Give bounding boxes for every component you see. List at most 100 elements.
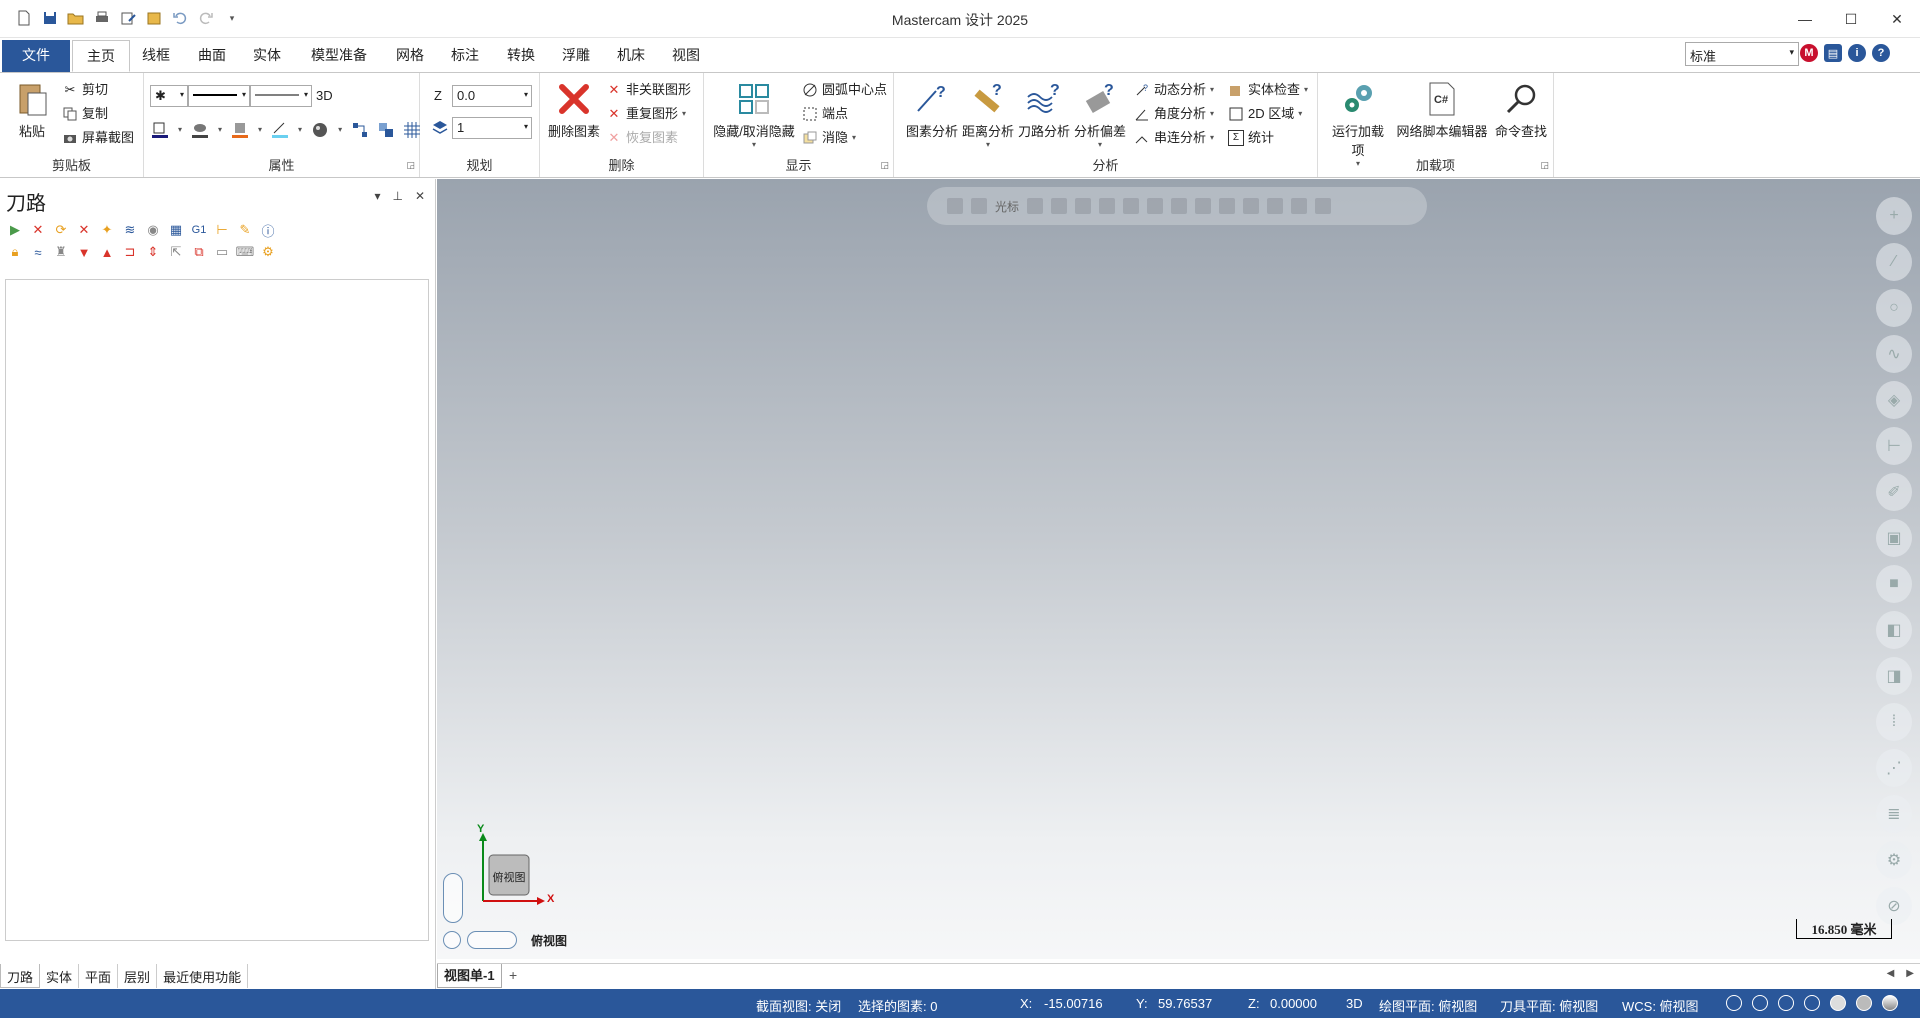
hidden-line-icon[interactable] (1778, 995, 1794, 1011)
globe-icon[interactable] (1726, 995, 1742, 1011)
restore-button[interactable]: ✕ 恢复图素 (606, 127, 678, 149)
tab-solids[interactable]: 实体 (239, 40, 295, 72)
z-coord-value[interactable]: 0.00000 (1270, 996, 1317, 1011)
move-up-icon[interactable]: ▲ (98, 243, 116, 261)
section-view-status[interactable]: 截面视图: 关闭 (756, 996, 841, 1015)
cut-button[interactable]: ✂ 剪切 (62, 79, 108, 101)
group-mask-icon[interactable]: ◧ (1876, 611, 1912, 649)
mastercam-logo-icon[interactable]: M (1800, 44, 1818, 62)
regenerate-icon[interactable]: ⟳ (52, 221, 70, 239)
chain-analysis-button[interactable]: 串连分析 ▾ (1134, 127, 1214, 149)
toolpath-tree[interactable] (5, 279, 429, 941)
dialog-launcher-icon[interactable]: ◲ (406, 160, 415, 171)
paste-button[interactable]: 粘贴 (10, 79, 54, 140)
tool-manager-icon[interactable]: ✎ (236, 221, 254, 239)
entity-color-icon[interactable] (272, 122, 289, 138)
new-file-icon[interactable] (14, 8, 34, 28)
body-select-icon[interactable] (1171, 198, 1188, 214)
save-icon[interactable] (40, 8, 60, 28)
tab-home[interactable]: 主页 (72, 40, 130, 72)
line-width-select[interactable]: ▾ (250, 85, 312, 107)
copy-button[interactable]: 复制 (62, 103, 108, 125)
result-mask-icon[interactable]: ◨ (1876, 657, 1912, 695)
screenshot-button[interactable]: 屏幕截图 (62, 127, 134, 149)
feedback-icon[interactable]: ▤ (1824, 44, 1842, 62)
chevron-right-icon[interactable]: ▶ (1906, 968, 1914, 979)
tab-wireframe[interactable]: 线框 (128, 40, 184, 72)
distance-analysis-button[interactable]: ? 距离分析 ▾ (960, 79, 1016, 149)
solid-check-button[interactable]: 实体检查 ▾ (1228, 79, 1308, 101)
panel-close-icon[interactable]: ✕ (415, 189, 425, 203)
delete-entities-button[interactable]: 删除图素 (546, 79, 602, 140)
tplane-status[interactable]: 刀具平面: 俯视图 (1500, 996, 1598, 1015)
spline-mask-icon[interactable]: ∿ (1876, 335, 1912, 373)
simulate-icon[interactable]: ◉ (144, 221, 162, 239)
set-all-icon[interactable] (352, 122, 368, 138)
help-icon[interactable]: ⓘ (259, 221, 277, 239)
hide-unhide-button[interactable]: 隐藏/取消隐藏 ▾ (710, 79, 798, 149)
area-2d-button[interactable]: 2D 区域 ▾ (1228, 103, 1302, 125)
translucency-icon[interactable] (1856, 995, 1872, 1011)
folder-icon[interactable] (144, 8, 164, 28)
select-all-ops-icon[interactable]: ▶ (6, 221, 24, 239)
backplot-icon[interactable]: ≋ (121, 221, 139, 239)
cplane-status[interactable]: 绘图平面: 俯视图 (1379, 996, 1477, 1015)
tab-levels[interactable]: 层别 (118, 964, 158, 988)
post-g1-icon[interactable]: G1 (190, 221, 208, 239)
selection-mode-label[interactable]: 光标 (995, 198, 1019, 215)
cursor-icon[interactable] (971, 198, 987, 214)
z-depth-input[interactable]: 0.0 ▾ (452, 85, 532, 107)
shaded-icon[interactable] (1804, 995, 1820, 1011)
window-select-icon[interactable] (1195, 198, 1212, 214)
duplicate-button[interactable]: ✕ 重复图形 ▾ (606, 103, 686, 125)
settings-icon[interactable]: ⚙ (259, 243, 277, 261)
point-mask-icon[interactable]: ⁞ (1876, 703, 1912, 741)
tab-model-prep[interactable]: 模型准备 (297, 40, 381, 72)
wireframe-mask-icon[interactable]: ⋰ (1876, 749, 1912, 787)
graphics-viewport[interactable]: 光标 + ⁄ ○ ∿ ◈ ⊢ ✐ ▣ ■ ◧ ◨ ⁞ ⋰ ≣ ⚙ ⊘ Y X 俯… (437, 179, 1920, 959)
lock-icon[interactable]: 🔒︎ (6, 243, 24, 261)
lock-icon[interactable] (947, 198, 963, 214)
box-select-icon[interactable] (1243, 198, 1260, 214)
scroll-icon[interactable]: ⇕ (144, 243, 162, 261)
dialog-launcher-icon[interactable]: ◲ (1540, 160, 1549, 171)
tree-options-icon[interactable]: ▭ (213, 243, 231, 261)
minimize-icon[interactable]: — (1782, 0, 1828, 38)
end-select-icon[interactable] (1315, 198, 1332, 214)
panel-menu-icon[interactable]: ▾ (374, 189, 380, 203)
add-icon[interactable]: + (1876, 197, 1912, 235)
pan-horizontal-control[interactable] (467, 931, 517, 949)
line-style-select[interactable]: ▾ (188, 85, 250, 107)
grid-icon[interactable] (404, 122, 421, 138)
toggle-display-icon[interactable]: ▦ (167, 221, 185, 239)
endpoints-button[interactable]: 端点 (802, 103, 848, 125)
viewsheet-tab[interactable]: 视图单-1 (437, 964, 502, 988)
wireframe-color-icon[interactable] (152, 122, 168, 138)
customize-icon[interactable]: ▾ (222, 8, 242, 28)
tab-machine[interactable]: 机床 (603, 40, 659, 72)
select-icon[interactable]: ⇱ (167, 243, 185, 261)
insert-arrow-icon[interactable]: ⊐ (121, 243, 139, 261)
autocursor-icon[interactable] (1027, 198, 1044, 214)
surface-mask-icon[interactable]: ◈ (1876, 381, 1912, 419)
tab-toolpaths[interactable]: 刀路 (0, 964, 41, 988)
drafting-mask-icon[interactable]: ✐ (1876, 473, 1912, 511)
high-speed-icon[interactable]: ⊢ (213, 221, 231, 239)
surface-color-icon[interactable] (192, 122, 209, 138)
mode-3d-toggle[interactable]: 3D (316, 85, 333, 107)
tab-file[interactable]: 文件 (2, 40, 70, 72)
face-select-icon[interactable] (1123, 198, 1140, 214)
tab-view[interactable]: 视图 (658, 40, 714, 72)
chain-select-icon[interactable] (1291, 198, 1308, 214)
point-style-select[interactable]: ✱ ▾ (150, 85, 188, 107)
select-arrow-icon[interactable] (1075, 198, 1092, 214)
move-down-icon[interactable]: ▼ (75, 243, 93, 261)
tab-planes[interactable]: 平面 (79, 964, 119, 988)
edit-icon[interactable] (118, 8, 138, 28)
entity-analysis-button[interactable]: ? 图素分析 (904, 79, 960, 140)
grid-select-icon[interactable] (1267, 198, 1284, 214)
hide-toolpath-icon[interactable]: ♜ (52, 243, 70, 261)
tab-relief[interactable]: 浮雕 (548, 40, 604, 72)
mode-3d-status[interactable]: 3D (1346, 996, 1363, 1011)
select-point-icon[interactable] (1051, 198, 1068, 214)
